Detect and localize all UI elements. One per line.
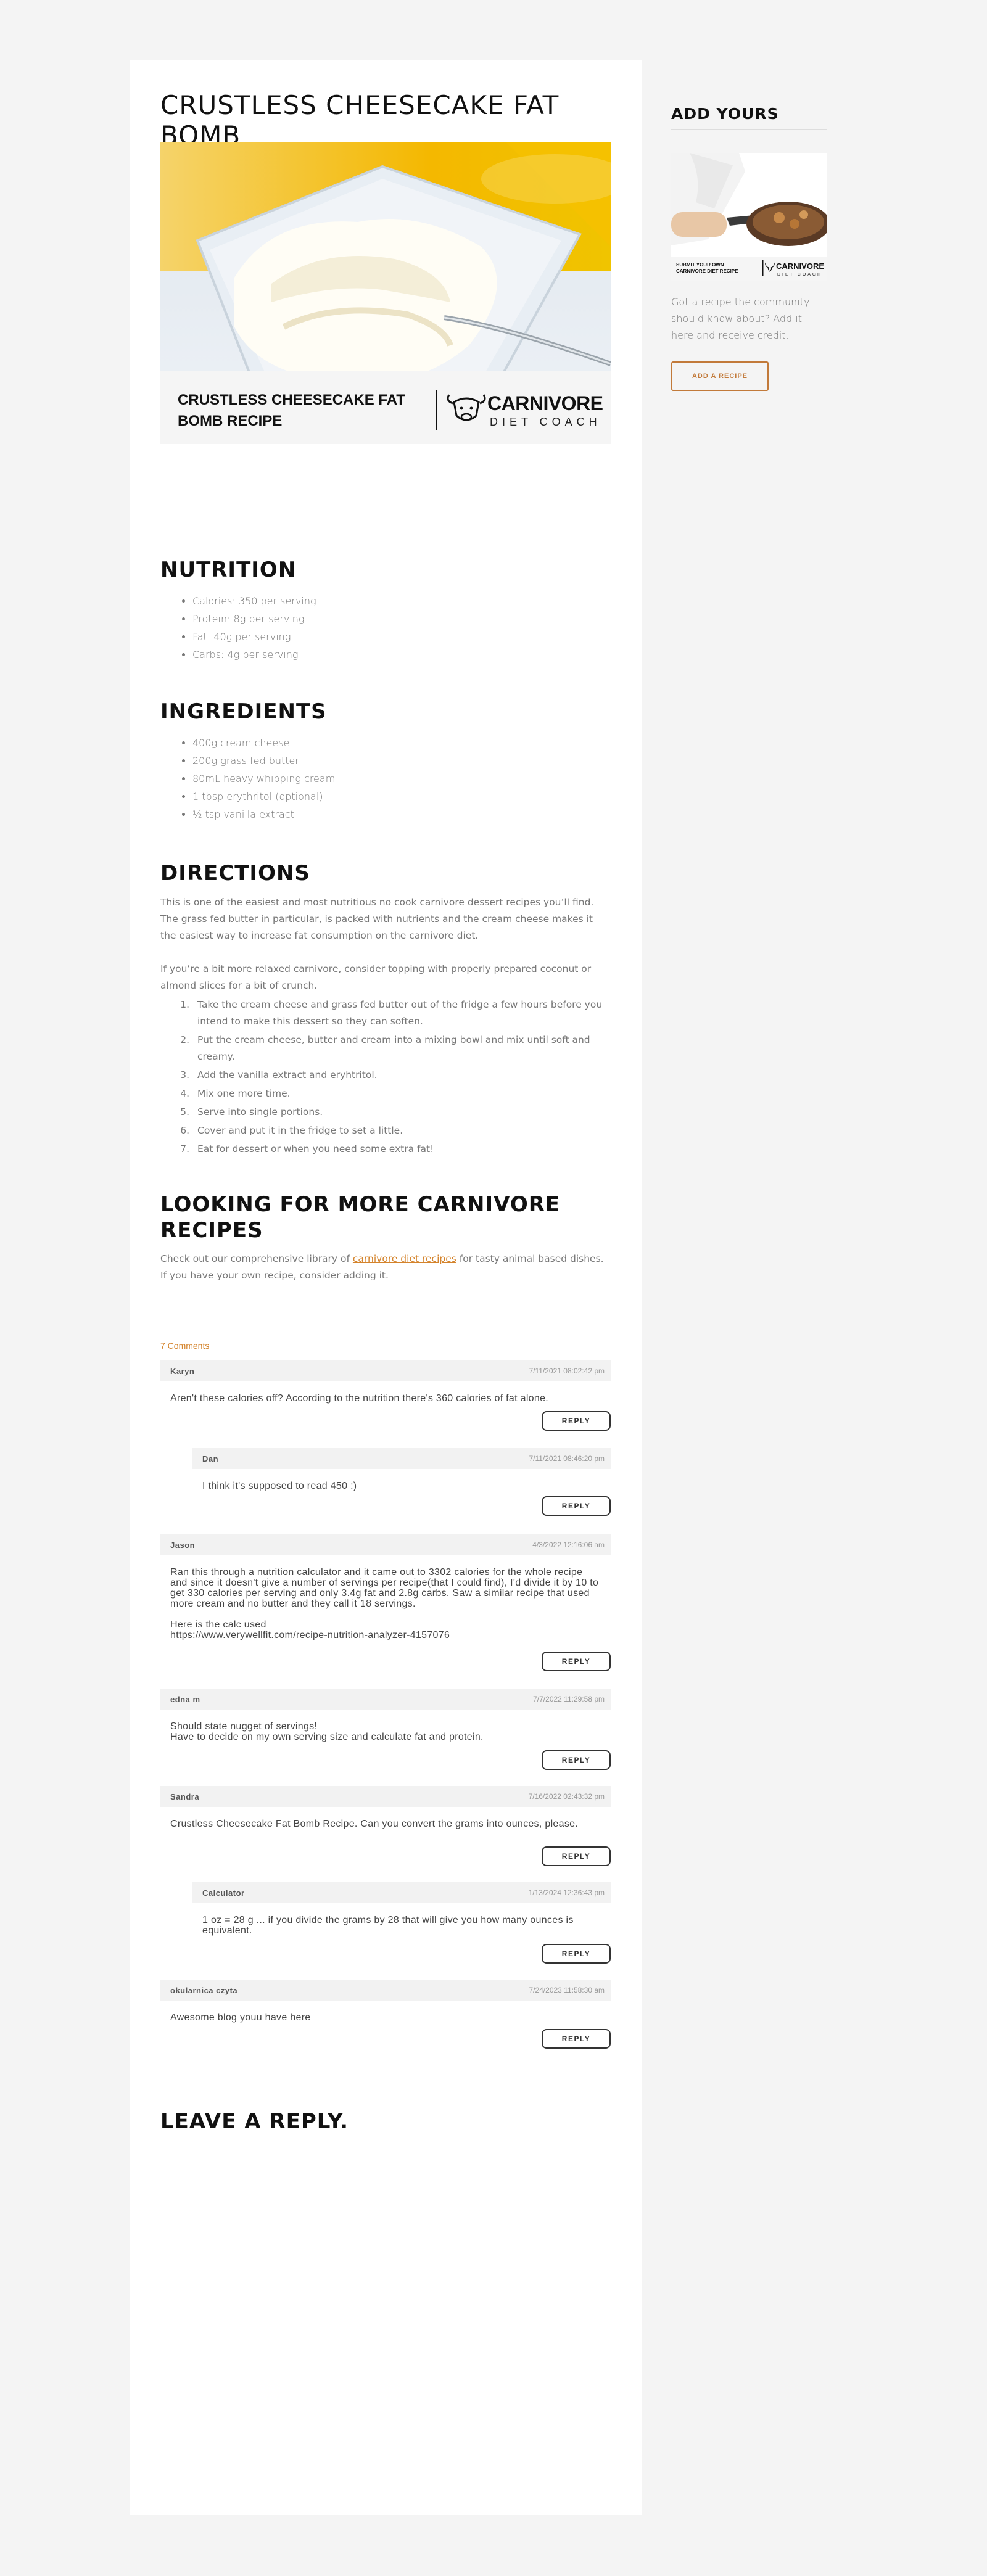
comments-count[interactable]: 7 Comments bbox=[160, 1341, 209, 1351]
chef-photo: SUBMIT YOUR OWN CARNIVORE DIET RECIPE CAR… bbox=[671, 153, 827, 281]
banner-divider bbox=[436, 390, 437, 430]
recipe-image: CRUSTLESS CHEESECAKE FAT BOMB RECIPE CAR… bbox=[160, 142, 611, 444]
nutrition-item: Carbs: 4g per serving bbox=[192, 646, 316, 664]
ingredient-item: 1 tbsp erythritol (optional) bbox=[192, 788, 335, 805]
directions-heading: DIRECTIONS bbox=[160, 861, 310, 886]
comment-author: okularnica czyta bbox=[170, 1986, 238, 1995]
ingredients-list: 400g cream cheese200g grass fed butter80… bbox=[192, 734, 335, 823]
logo-text: CARNIVORE bbox=[487, 392, 603, 414]
more-text-before: Check out our comprehensive library of bbox=[160, 1253, 353, 1264]
banner-title: CRUSTLESS CHEESECAKE FAT BOMB RECIPE bbox=[178, 392, 405, 429]
leave-reply-heading: LEAVE A REPLY. bbox=[160, 2109, 349, 2134]
reply-button[interactable]: REPLY bbox=[542, 1652, 611, 1671]
nutrition-heading: NUTRITION bbox=[160, 558, 297, 582]
reply-button[interactable]: REPLY bbox=[542, 1411, 611, 1431]
nutrition-item: Calories: 350 per serving bbox=[192, 592, 316, 610]
ingredient-item: 400g cream cheese bbox=[192, 734, 335, 752]
comment-date: 7/24/2023 11:58:30 am bbox=[529, 1986, 605, 1994]
svg-text:CARNIVORE: CARNIVORE bbox=[776, 261, 824, 271]
comment-author: Karyn bbox=[170, 1367, 195, 1376]
comment-author: Sandra bbox=[170, 1792, 200, 1801]
reply-button[interactable]: REPLY bbox=[542, 1750, 611, 1770]
sidebar-heading: ADD YOURS bbox=[671, 105, 779, 123]
logo-subtext: DIET COACH bbox=[490, 416, 601, 428]
ingredient-item: 80mL heavy whipping cream bbox=[192, 770, 335, 788]
svg-text:DIET COACH: DIET COACH bbox=[777, 273, 822, 277]
nutrition-item: Fat: 40g per serving bbox=[192, 628, 316, 646]
comment-date: 4/3/2022 12:16:06 am bbox=[532, 1541, 605, 1549]
comment-header: Sandra 7/16/2022 02:43:32 pm bbox=[160, 1786, 611, 1807]
main-content-card: CRUSTLESS CHEESECAKE FAT BOMB CRUSTLESS … bbox=[130, 60, 642, 2515]
comment-header: okularnica czyta 7/24/2023 11:58:30 am bbox=[160, 1980, 611, 2001]
more-recipes-heading: LOOKING FOR MORE CARNIVORE RECIPES bbox=[160, 1192, 561, 1243]
add-recipe-button[interactable]: ADD A RECIPE bbox=[671, 361, 769, 391]
comment-author: edna m bbox=[170, 1695, 200, 1704]
more-recipes-text: Check out our comprehensive library of c… bbox=[160, 1251, 611, 1284]
ingredients-heading: INGREDIENTS bbox=[160, 699, 327, 724]
ingredient-item: 200g grass fed butter bbox=[192, 752, 335, 770]
comment-body: Crustless Cheesecake Fat Bomb Recipe. Ca… bbox=[170, 1819, 579, 1829]
direction-step: Mix one more time. bbox=[192, 1085, 607, 1102]
directions-steps: Take the cream cheese and grass fed butt… bbox=[192, 997, 607, 1159]
ingredient-item: ½ tsp vanilla extract bbox=[192, 805, 335, 823]
reply-button[interactable]: REPLY bbox=[542, 1846, 611, 1866]
sidebar: ADD YOURS SUBMIT YOUR OWN CARNIVORE DIET … bbox=[671, 105, 827, 391]
nutrition-list: Calories: 350 per servingProtein: 8g per… bbox=[192, 592, 316, 664]
comment-header: Jason 4/3/2022 12:16:06 am bbox=[160, 1534, 611, 1555]
comment-header: Dan 7/11/2021 08:46:20 pm bbox=[192, 1448, 611, 1469]
comment-body: I think it's supposed to read 450 :) bbox=[202, 1481, 357, 1491]
direction-step: Serve into single portions. bbox=[192, 1104, 607, 1121]
bull-logo-icon bbox=[447, 394, 486, 421]
comment-date: 1/13/2024 12:36:43 pm bbox=[528, 1888, 605, 1897]
add-recipe-image[interactable]: SUBMIT YOUR OWN CARNIVORE DIET RECIPE CAR… bbox=[671, 153, 827, 281]
comment-body: Should state nugget of servings! Have to… bbox=[170, 1721, 484, 1742]
comment-header: Karyn 7/11/2021 08:02:42 pm bbox=[160, 1360, 611, 1381]
comment-date: 7/7/2022 11:29:58 pm bbox=[533, 1695, 605, 1703]
direction-step: Put the cream cheese, butter and cream i… bbox=[192, 1032, 607, 1065]
comment-author: Jason bbox=[170, 1541, 196, 1550]
comment-body: Awesome blog youu have here bbox=[170, 2012, 311, 2023]
comment-date: 7/11/2021 08:46:20 pm bbox=[529, 1454, 605, 1463]
comment-body: Aren't these calories off? According to … bbox=[170, 1393, 549, 1404]
comment-body: 1 oz = 28 g ... if you divide the grams … bbox=[202, 1915, 574, 1936]
reply-button[interactable]: REPLY bbox=[542, 2029, 611, 2049]
direction-step: Cover and put it in the fridge to set a … bbox=[192, 1122, 607, 1139]
direction-step: Eat for dessert or when you need some ex… bbox=[192, 1141, 607, 1158]
comment-date: 7/11/2021 08:02:42 pm bbox=[529, 1367, 605, 1375]
direction-step: Take the cream cheese and grass fed butt… bbox=[192, 997, 607, 1030]
comment-body: Ran this through a nutrition calculator … bbox=[170, 1567, 599, 1640]
comment-date: 7/16/2022 02:43:32 pm bbox=[528, 1792, 605, 1801]
directions-note: If you’re a bit more relaxed carnivore, … bbox=[160, 963, 592, 991]
direction-step: Add the vanilla extract and eryhtritol. bbox=[192, 1067, 607, 1084]
comment-header: edna m 7/7/2022 11:29:58 pm bbox=[160, 1689, 611, 1710]
image-banner: CRUSTLESS CHEESECAKE FAT BOMB RECIPE CAR… bbox=[160, 371, 611, 444]
carnivore-recipes-link[interactable]: carnivore diet recipes bbox=[353, 1253, 456, 1264]
directions-intro: This is one of the easiest and most nutr… bbox=[160, 897, 594, 941]
nutrition-item: Protein: 8g per serving bbox=[192, 610, 316, 628]
reply-button[interactable]: REPLY bbox=[542, 1496, 611, 1516]
comment-header: Calculator 1/13/2024 12:36:43 pm bbox=[192, 1882, 611, 1903]
sidebar-divider bbox=[671, 129, 827, 130]
comment-author: Dan bbox=[202, 1454, 219, 1463]
reply-button[interactable]: REPLY bbox=[542, 1944, 611, 1964]
sidebar-caption: Got a recipe the community should know a… bbox=[671, 296, 810, 341]
comment-author: Calculator bbox=[202, 1888, 245, 1898]
